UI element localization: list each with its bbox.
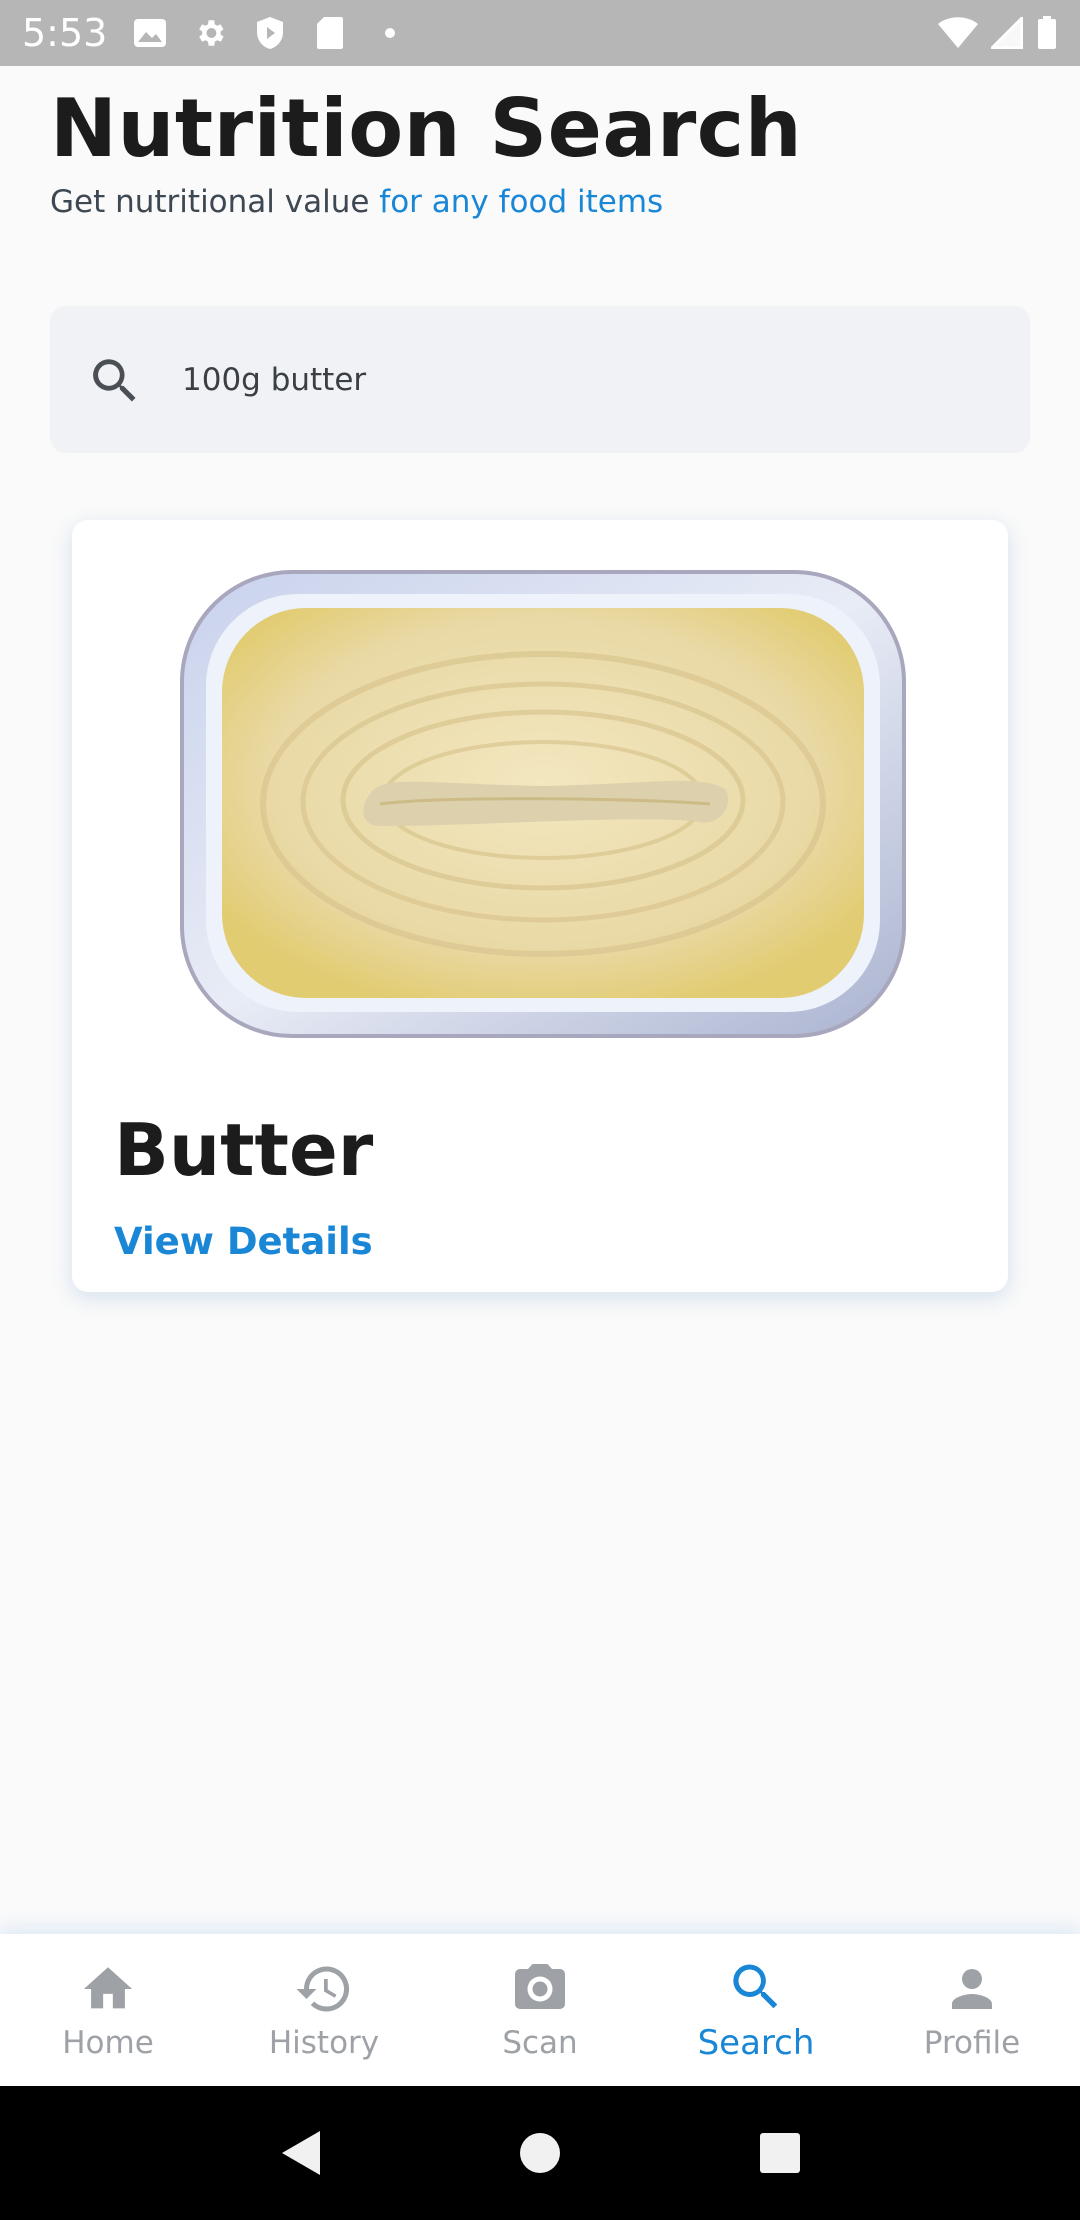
camera-icon	[510, 1959, 570, 2019]
status-left: 5:53	[22, 11, 407, 55]
bottom-nav: Home History Scan Search Profile	[0, 1934, 1080, 2086]
nav-item-scan[interactable]: Scan	[432, 1934, 648, 2086]
person-icon	[942, 1959, 1002, 2019]
nav-label-home: Home	[62, 2025, 154, 2061]
nav-label-scan: Scan	[502, 2025, 578, 2061]
signal-icon	[990, 16, 1024, 50]
page-title: Nutrition Search	[50, 82, 803, 175]
recents-icon[interactable]	[750, 2123, 810, 2183]
status-time: 5:53	[22, 11, 108, 55]
food-name: Butter	[114, 1108, 374, 1192]
back-icon[interactable]	[270, 2123, 330, 2183]
nav-label-search: Search	[697, 2023, 815, 2063]
image-icon	[133, 16, 167, 50]
nav-item-home[interactable]: Home	[0, 1934, 216, 2086]
search-icon	[86, 352, 144, 410]
search-box[interactable]	[50, 306, 1030, 453]
home-icon	[78, 1959, 138, 2019]
home-circle-icon[interactable]	[510, 2123, 570, 2183]
search-icon	[726, 1957, 786, 2017]
nav-label-history: History	[268, 2025, 380, 2061]
shield-icon	[253, 16, 287, 50]
subtitle-accent: for any food items	[379, 184, 664, 220]
page-subtitle: Get nutritional value for any food items	[50, 184, 663, 220]
wifi-icon	[938, 16, 978, 50]
system-nav-bar	[0, 2086, 1080, 2220]
subtitle-plain: Get nutritional value	[50, 184, 380, 220]
nav-item-profile[interactable]: Profile	[864, 1934, 1080, 2086]
battery-icon	[1036, 16, 1058, 50]
nav-item-search[interactable]: Search	[648, 1934, 864, 2086]
butter-tub-image	[180, 564, 906, 1044]
result-card[interactable]: Butter View Details	[72, 520, 1008, 1292]
status-right	[938, 16, 1058, 50]
sd-card-icon	[313, 16, 347, 50]
search-input[interactable]	[182, 306, 1002, 453]
view-details-link[interactable]: View Details	[114, 1220, 373, 1263]
status-bar: 5:53	[0, 0, 1080, 66]
gear-icon	[193, 16, 227, 50]
nav-item-history[interactable]: History	[216, 1934, 432, 2086]
history-icon	[294, 1959, 354, 2019]
nav-label-profile: Profile	[923, 2025, 1021, 2061]
dot-icon	[373, 16, 407, 50]
